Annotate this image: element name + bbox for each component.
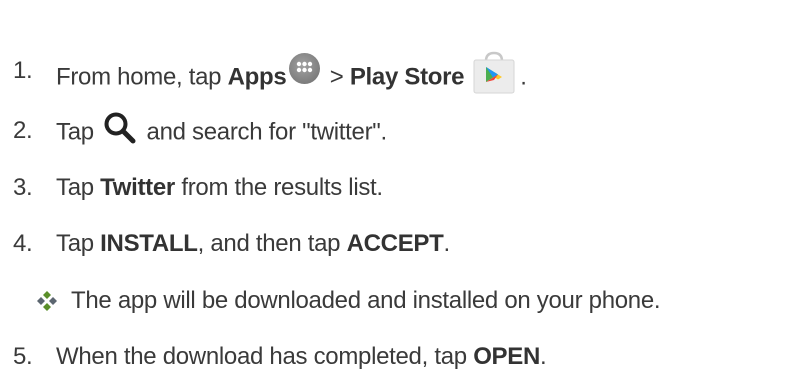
step-number: 5.	[13, 343, 33, 370]
play-store-icon	[468, 51, 520, 95]
apps-label: Apps	[227, 63, 287, 91]
step-text: When the download has completed, tap OPE…	[56, 343, 547, 370]
step-text: Tap INSTALL, and then tap ACCEPT.	[56, 230, 450, 257]
install-label: INSTALL	[100, 230, 198, 257]
play-store-label: Play Store	[349, 63, 465, 91]
step-text: From home, tap Apps > Play Store .	[56, 51, 527, 100]
accept-label: ACCEPT	[346, 230, 444, 257]
step-text: Tap and search for "twitter".	[56, 112, 387, 150]
twitter-label: Twitter	[100, 174, 175, 201]
step-number: 2.	[13, 117, 33, 144]
step-number: 1.	[13, 57, 33, 84]
search-icon	[102, 110, 138, 144]
step-number: 3.	[13, 174, 33, 201]
step-number: 4.	[13, 230, 33, 257]
note-text: The app will be downloaded and installed…	[71, 287, 661, 314]
diamond-bullet-icon	[36, 290, 58, 312]
step-text: Tap Twitter from the results list.	[56, 174, 383, 201]
apps-icon	[289, 52, 321, 84]
open-label: OPEN	[473, 343, 541, 370]
